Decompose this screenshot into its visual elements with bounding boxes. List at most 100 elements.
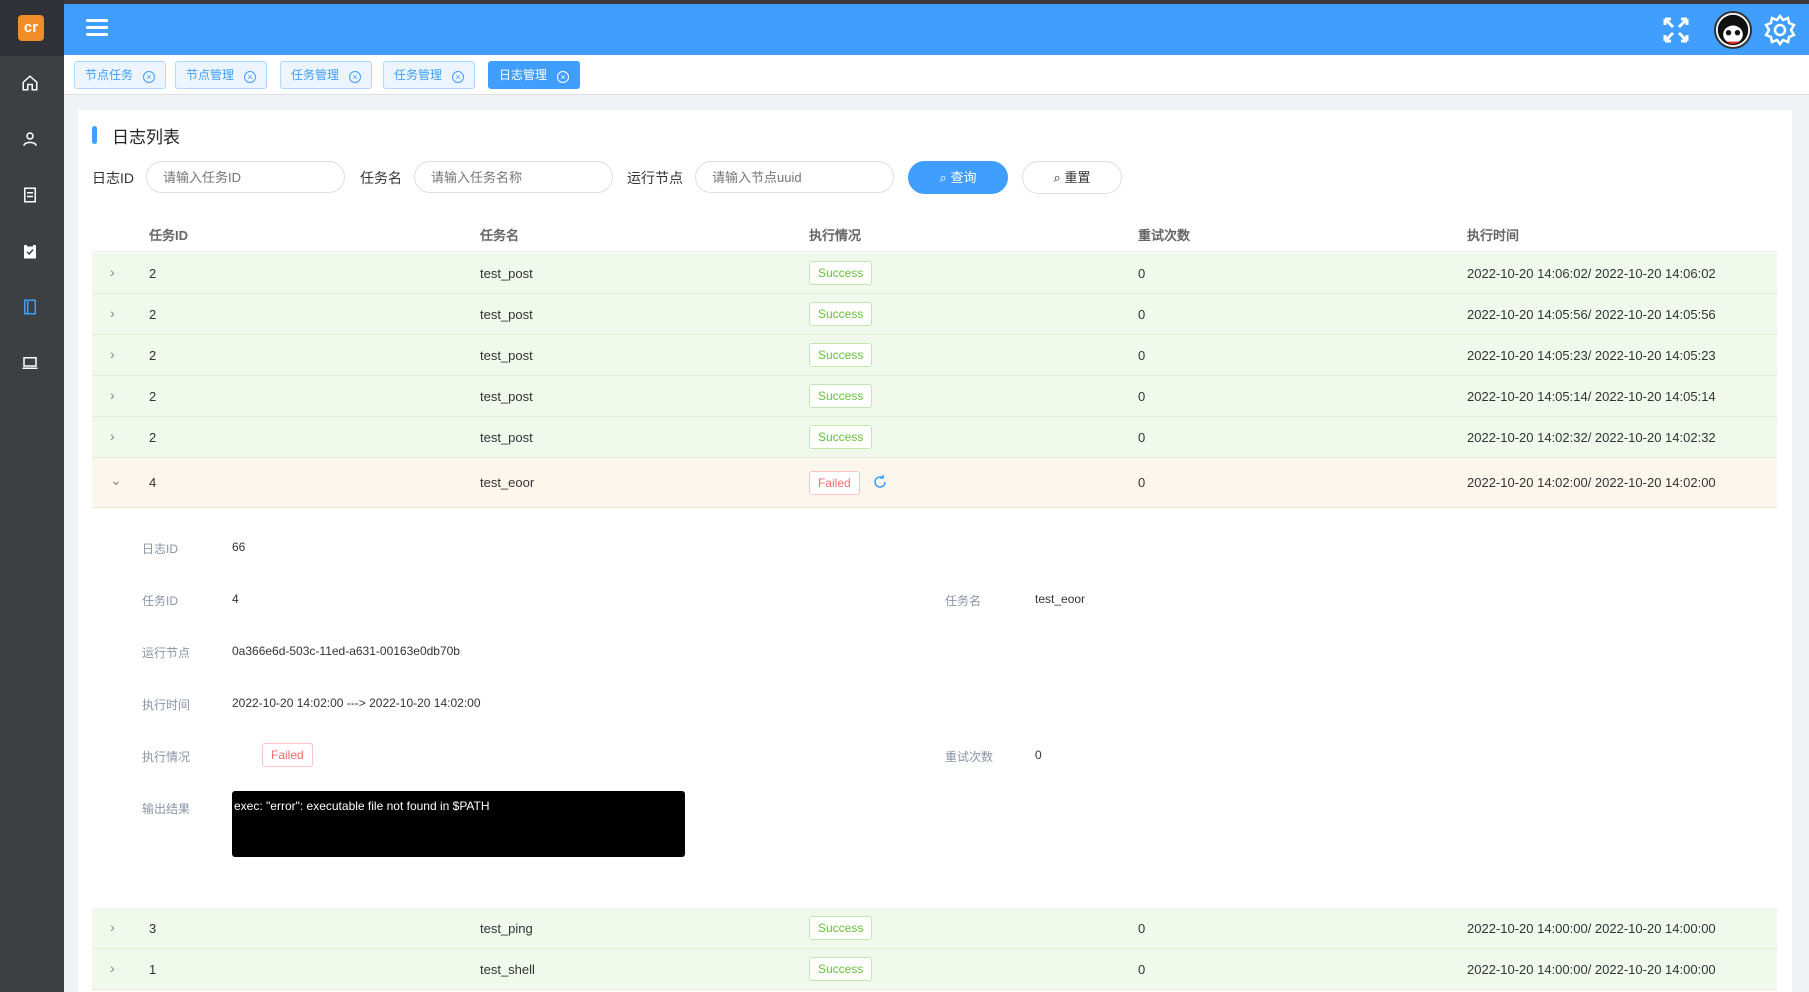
detail-node: 0a366e6d-503c-11ed-a631-00163e0db70b	[232, 644, 460, 658]
col-retries[interactable]: 重试次数	[1138, 225, 1190, 244]
task-name-cell: test_eoor	[480, 475, 535, 490]
detail-log-id-label: 日志ID	[142, 542, 179, 556]
tab-node-management[interactable]: 节点管理 ×	[175, 61, 268, 89]
document-icon[interactable]	[20, 185, 40, 205]
detail-task-name: test_eoor	[1035, 592, 1086, 606]
query-label: 查询	[950, 170, 977, 185]
table-row[interactable]: › 2 test_post Success 0 2022-10-20 14:05…	[92, 376, 1777, 417]
time-cell: 2022-10-20 14:00:00/ 2022-10-20 14:00:00	[1467, 962, 1716, 977]
status-badge: Success	[809, 302, 873, 326]
table-row[interactable]: › 1 test_shell Success 0 2022-10-20 14:0…	[92, 949, 1777, 990]
detail-time: 2022-10-20 14:02:00 ---> 2022-10-20 14:0…	[232, 696, 481, 710]
node-label: 运行节点	[627, 170, 683, 186]
menu-icon[interactable]	[86, 19, 108, 39]
task-id-cell: 2	[149, 389, 157, 404]
task-name-cell: test_post	[480, 430, 533, 445]
retries-cell: 0	[1138, 430, 1146, 445]
status-badge: Success	[809, 384, 873, 408]
close-icon[interactable]: ×	[557, 71, 570, 83]
reset-button[interactable]: ⌕ 重置	[1022, 161, 1122, 194]
status-badge: Failed	[809, 471, 860, 495]
retries-cell: 0	[1138, 266, 1146, 281]
chevron-right-icon[interactable]: ›	[110, 428, 115, 444]
task-id-cell: 4	[149, 475, 157, 490]
status-badge: Success	[809, 343, 873, 367]
log-id-label: 日志ID	[92, 170, 134, 186]
retries-cell: 0	[1138, 962, 1146, 977]
col-status[interactable]: 执行情况	[809, 225, 861, 244]
tab-label: 任务管理	[394, 68, 443, 82]
retries-cell: 0	[1138, 348, 1146, 363]
task-name-input[interactable]	[414, 161, 613, 193]
close-icon[interactable]: ×	[244, 71, 257, 83]
tab-node-tasks[interactable]: 节点任务 ×	[74, 61, 167, 89]
tab-task-management-2[interactable]: 任务管理 ×	[383, 61, 476, 89]
chevron-right-icon[interactable]: ›	[110, 305, 115, 321]
close-icon[interactable]: ×	[452, 71, 465, 83]
status-badge: Success	[809, 916, 873, 940]
task-id-cell: 2	[149, 266, 157, 281]
query-button[interactable]: ⌕ 查询	[908, 161, 1008, 194]
time-cell: 2022-10-20 14:02:00/ 2022-10-20 14:02:00	[1467, 475, 1716, 490]
close-icon[interactable]: ×	[143, 71, 156, 83]
fullscreen-icon[interactable]	[1662, 16, 1690, 44]
task-name-cell: test_post	[480, 266, 533, 281]
chevron-right-icon[interactable]: ›	[110, 387, 115, 403]
table-row[interactable]: › 2 test_post Success 0 2022-10-20 14:05…	[92, 335, 1777, 376]
detail-task-id: 4	[232, 592, 239, 606]
tab-label: 任务管理	[291, 68, 340, 82]
log-list-card: 日志列表 日志ID 任务名 运行节点 ⌕ 查询 ⌕ 重置 任务ID 任务名 执行…	[78, 110, 1792, 992]
status-badge: Success	[809, 957, 873, 981]
detail-status-badge: Failed	[262, 743, 313, 767]
log-id-input[interactable]	[146, 161, 345, 193]
time-cell: 2022-10-20 14:05:56/ 2022-10-20 14:05:56	[1467, 307, 1716, 322]
retries-cell: 0	[1138, 475, 1146, 490]
search-icon: ⌕	[939, 170, 951, 185]
laptop-icon[interactable]	[20, 353, 40, 373]
clipboard-check-icon[interactable]	[20, 241, 40, 261]
tab-label: 节点管理	[186, 68, 235, 82]
status-badge: Success	[809, 261, 873, 285]
time-cell: 2022-10-20 14:06:02/ 2022-10-20 14:06:02	[1467, 266, 1716, 281]
task-id-cell: 2	[149, 307, 157, 322]
time-cell: 2022-10-20 14:05:23/ 2022-10-20 14:05:23	[1467, 348, 1716, 363]
detail-task-name-label: 任务名	[945, 594, 982, 608]
close-icon[interactable]: ×	[349, 71, 362, 83]
chevron-right-icon[interactable]: ›	[110, 919, 115, 935]
task-name-cell: test_shell	[480, 962, 535, 977]
col-task-id[interactable]: 任务ID	[149, 225, 188, 244]
task-name-cell: test_ping	[480, 921, 533, 936]
user-icon[interactable]	[20, 129, 40, 149]
table-header: 任务ID 任务名 执行情况 重试次数 执行时间	[92, 212, 1777, 252]
chevron-right-icon[interactable]: ›	[110, 264, 115, 280]
table-row[interactable]: › 2 test_post Success 0 2022-10-20 14:05…	[92, 294, 1777, 335]
book-icon[interactable]	[20, 297, 40, 317]
output-console: exec: "error": executable file not found…	[232, 791, 685, 857]
chevron-down-icon[interactable]: ⌄	[110, 472, 122, 489]
retries-cell: 0	[1138, 921, 1146, 936]
task-name-cell: test_post	[480, 348, 533, 363]
table-row-expanded[interactable]: ⌄ 4 test_eoor Failed 0 2022-10-20 14:02:…	[92, 458, 1777, 508]
detail-node-label: 运行节点	[142, 646, 191, 660]
detail-status-label: 执行情况	[142, 750, 191, 764]
node-input[interactable]	[695, 161, 894, 193]
retry-icon[interactable]	[872, 474, 888, 490]
tab-task-management[interactable]: 任务管理 ×	[280, 61, 373, 89]
col-time[interactable]: 执行时间	[1467, 225, 1519, 244]
col-task-name[interactable]: 任务名	[480, 225, 519, 244]
home-icon[interactable]	[20, 73, 40, 93]
detail-task-id-label: 任务ID	[142, 594, 179, 608]
task-name-cell: test_post	[480, 389, 533, 404]
chevron-right-icon[interactable]: ›	[110, 346, 115, 362]
chevron-right-icon[interactable]: ›	[110, 960, 115, 976]
table-row[interactable]: › 3 test_ping Success 0 2022-10-20 14:00…	[92, 908, 1777, 949]
gear-icon[interactable]	[1764, 14, 1796, 46]
avatar[interactable]	[1714, 11, 1752, 49]
retries-cell: 0	[1138, 389, 1146, 404]
top-header	[64, 4, 1809, 55]
sidebar: cr	[0, 0, 64, 992]
table-row[interactable]: › 2 test_post Success 0 2022-10-20 14:06…	[92, 253, 1777, 294]
tab-log-management[interactable]: 日志管理 ×	[488, 61, 581, 89]
time-cell: 2022-10-20 14:05:14/ 2022-10-20 14:05:14	[1467, 389, 1716, 404]
table-row[interactable]: › 2 test_post Success 0 2022-10-20 14:02…	[92, 417, 1777, 458]
